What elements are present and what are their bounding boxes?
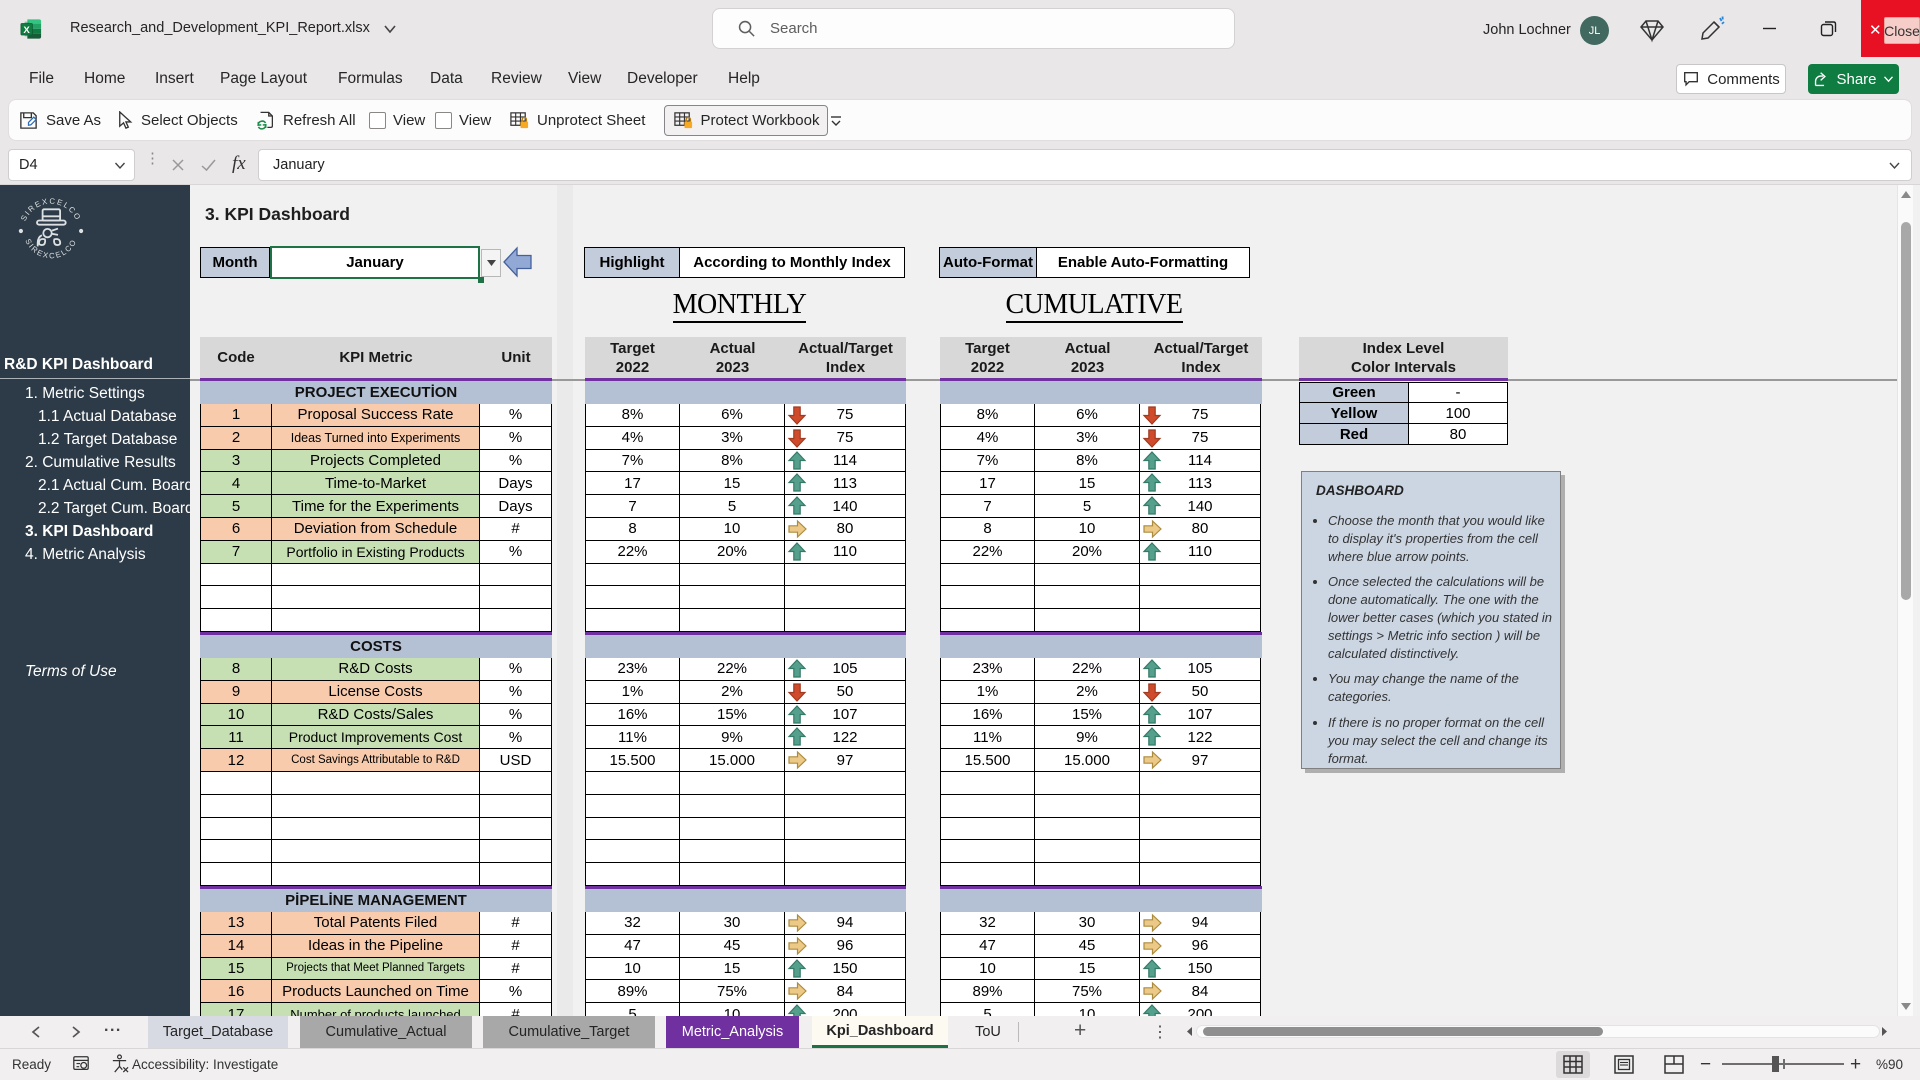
svg-text:SIREXCELCO: SIREXCELCO [23,237,78,260]
svg-text:X: X [23,25,30,36]
